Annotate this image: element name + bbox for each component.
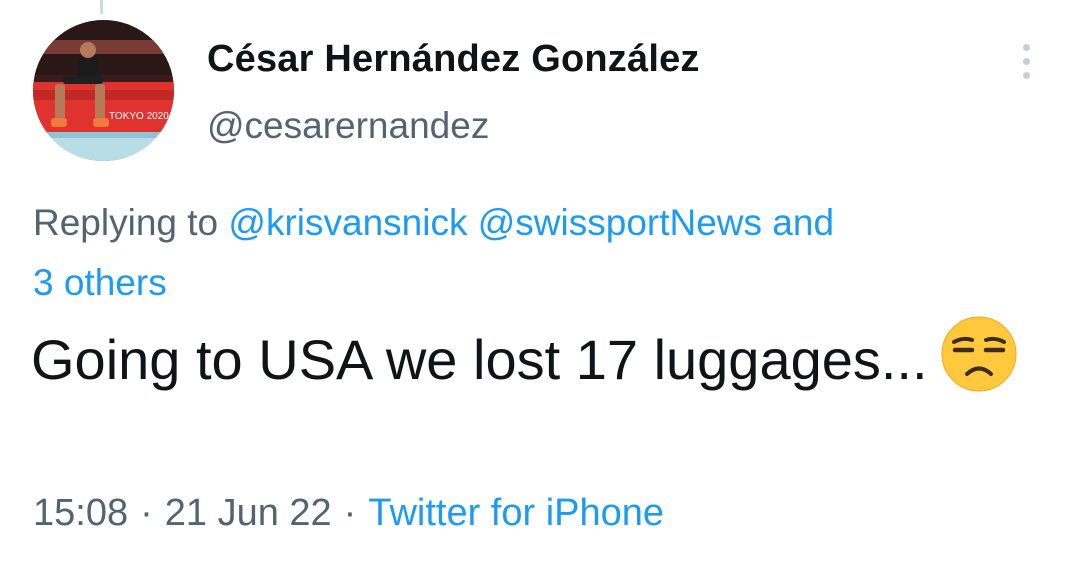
- avatar-photo: TOKYO 2020: [33, 20, 174, 161]
- unamused-face-emoji: [941, 316, 1017, 392]
- mention-link[interactable]: @krisvansnick: [228, 202, 467, 243]
- thread-connector-line: [100, 0, 103, 14]
- author-name[interactable]: César Hernández González: [207, 38, 700, 81]
- separator: ·: [343, 492, 357, 534]
- avatar[interactable]: TOKYO 2020: [33, 20, 174, 161]
- avatar-caption: TOKYO 2020: [109, 111, 169, 122]
- tweet-body: Going to USA we lost 17 luggages...: [31, 328, 928, 391]
- tweet-date[interactable]: 21 Jun 22: [165, 492, 332, 534]
- tweet-time[interactable]: 15:08: [33, 492, 128, 534]
- replying-connector[interactable]: and: [772, 202, 834, 243]
- replying-prefix: Replying to: [33, 202, 229, 243]
- tweet-source-link[interactable]: Twitter for iPhone: [368, 492, 664, 534]
- mention-link[interactable]: @swissportNews: [478, 202, 762, 243]
- author-handle[interactable]: @cesarernandez: [207, 105, 489, 147]
- others-link[interactable]: 3 others: [33, 262, 167, 303]
- tweet-text: Going to USA we lost 17 luggages...: [31, 315, 1041, 398]
- separator: ·: [140, 492, 153, 534]
- more-vertical-icon[interactable]: [1012, 44, 1040, 82]
- tweet-metadata: 15:08 · 21 Jun 22 · Twitter for iPhone: [33, 492, 664, 535]
- replying-to: Replying to @krisvansnick @swissportNews…: [33, 193, 1043, 313]
